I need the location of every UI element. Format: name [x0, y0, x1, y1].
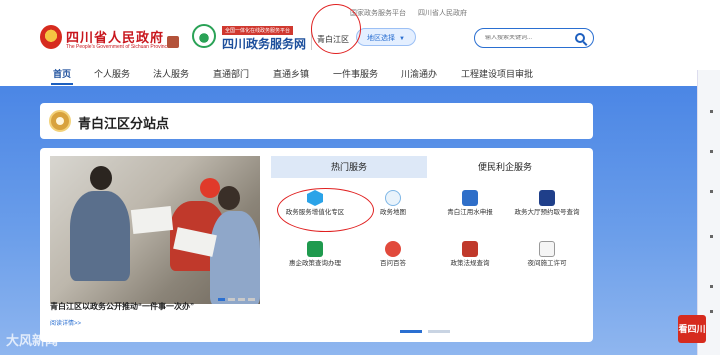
- news-caption[interactable]: 青白江区以政务公开推动“一件事一次办”: [50, 301, 194, 312]
- search-box[interactable]: [474, 28, 594, 48]
- watermark-logo: 看四川: [678, 315, 706, 343]
- nav-item-construction[interactable]: 工程建设项目审批: [461, 67, 533, 80]
- service-pager: [400, 330, 450, 334]
- service-item-water-report[interactable]: 青白江用水申报: [430, 190, 510, 217]
- service-item-law-query[interactable]: 政策法规查询: [430, 241, 510, 268]
- carousel-dot[interactable]: [248, 298, 255, 301]
- section-title: 青白江区分站点: [78, 116, 170, 131]
- news-photo[interactable]: [50, 156, 260, 304]
- policy-icon: [307, 241, 323, 257]
- pager-dot[interactable]: [400, 330, 422, 333]
- side-toolbar: [697, 70, 720, 355]
- section-title-card: 青白江区分站点: [40, 103, 593, 139]
- main-content-card: 青白江区以政务公开推动“一件事一次办” 阅读详情>> 热门服务 便民利企服务 政…: [40, 148, 593, 342]
- night-construction-icon: [539, 241, 555, 257]
- service-label: 夜间施工许可: [527, 260, 567, 267]
- region-select-label: 地区选择: [367, 35, 395, 42]
- main-nav: 首页 个人服务 法人服务 直通部门 直通乡镇 一件事服务 川渝通办 工程建设项目…: [0, 64, 720, 86]
- news-read-more-link[interactable]: 阅读详情>>: [50, 318, 81, 327]
- nav-item-home[interactable]: 首页: [53, 67, 71, 80]
- nav-active-indicator: [51, 83, 73, 85]
- service-item-queue-booking[interactable]: 政务大厅预约取号查询: [507, 190, 587, 217]
- top-link-province-gov[interactable]: 四川省人民政府: [418, 8, 467, 18]
- queue-ticket-icon: [539, 190, 555, 206]
- search-icon[interactable]: [575, 33, 585, 43]
- map-pin-icon: [385, 190, 401, 206]
- tab-convenient-services[interactable]: 便民利企服务: [427, 156, 583, 178]
- service-item-night-construction[interactable]: 夜间施工许可: [507, 241, 587, 268]
- caret-down-icon: ▼: [399, 36, 405, 42]
- search-input[interactable]: [485, 35, 565, 41]
- province-gov-subtitle: The People's Government of Sichuan Provi…: [66, 44, 170, 50]
- service-logo-icon: [192, 24, 216, 48]
- nav-item-personal[interactable]: 个人服务: [94, 67, 130, 80]
- nav-item-legal-person[interactable]: 法人服务: [153, 67, 189, 80]
- region-select-button[interactable]: 地区选择 ▼: [356, 28, 416, 46]
- pager-dot[interactable]: [428, 330, 450, 333]
- service-label: 政策法规查询: [450, 260, 490, 267]
- watermark-text: 大风新闻: [6, 333, 59, 348]
- water-report-icon: [462, 190, 478, 206]
- national-emblem-icon: [40, 25, 62, 49]
- service-item-qa[interactable]: 百问百答: [353, 241, 433, 268]
- carousel-dot[interactable]: [238, 298, 245, 301]
- carousel-dot[interactable]: [228, 298, 235, 301]
- nav-item-chuanyu[interactable]: 川渝通办: [401, 67, 437, 80]
- top-links: 国家政务服务平台 四川省人民政府: [350, 8, 467, 18]
- tab-hot-services[interactable]: 热门服务: [271, 156, 427, 178]
- nav-item-townships[interactable]: 直通乡镇: [273, 67, 309, 80]
- carousel-indicator: [218, 298, 255, 301]
- nav-item-one-thing[interactable]: 一件事服务: [333, 67, 378, 80]
- seal-icon: [167, 36, 179, 48]
- service-item-enterprise-policy[interactable]: 惠企政策查询办理: [275, 241, 355, 268]
- district-emblem-icon: [49, 110, 71, 132]
- service-label: 惠企政策查询办理: [289, 260, 341, 267]
- nav-item-departments[interactable]: 直通部门: [213, 67, 249, 80]
- service-site-title[interactable]: 四川政务服务网: [222, 35, 306, 52]
- service-label: 政务大厅预约取号查询: [514, 209, 580, 216]
- law-book-icon: [462, 241, 478, 257]
- carousel-dot[interactable]: [218, 298, 225, 301]
- qa-icon: [385, 241, 401, 257]
- service-label: 百问百答: [380, 260, 406, 267]
- annotation-circle-service: [277, 188, 374, 232]
- service-tag: 全国一体化在线政务服务平台: [222, 26, 294, 35]
- service-label: 青白江用水申报: [447, 209, 493, 216]
- top-link-national-platform[interactable]: 国家政务服务平台: [350, 8, 406, 18]
- annotation-circle-district: [311, 4, 361, 54]
